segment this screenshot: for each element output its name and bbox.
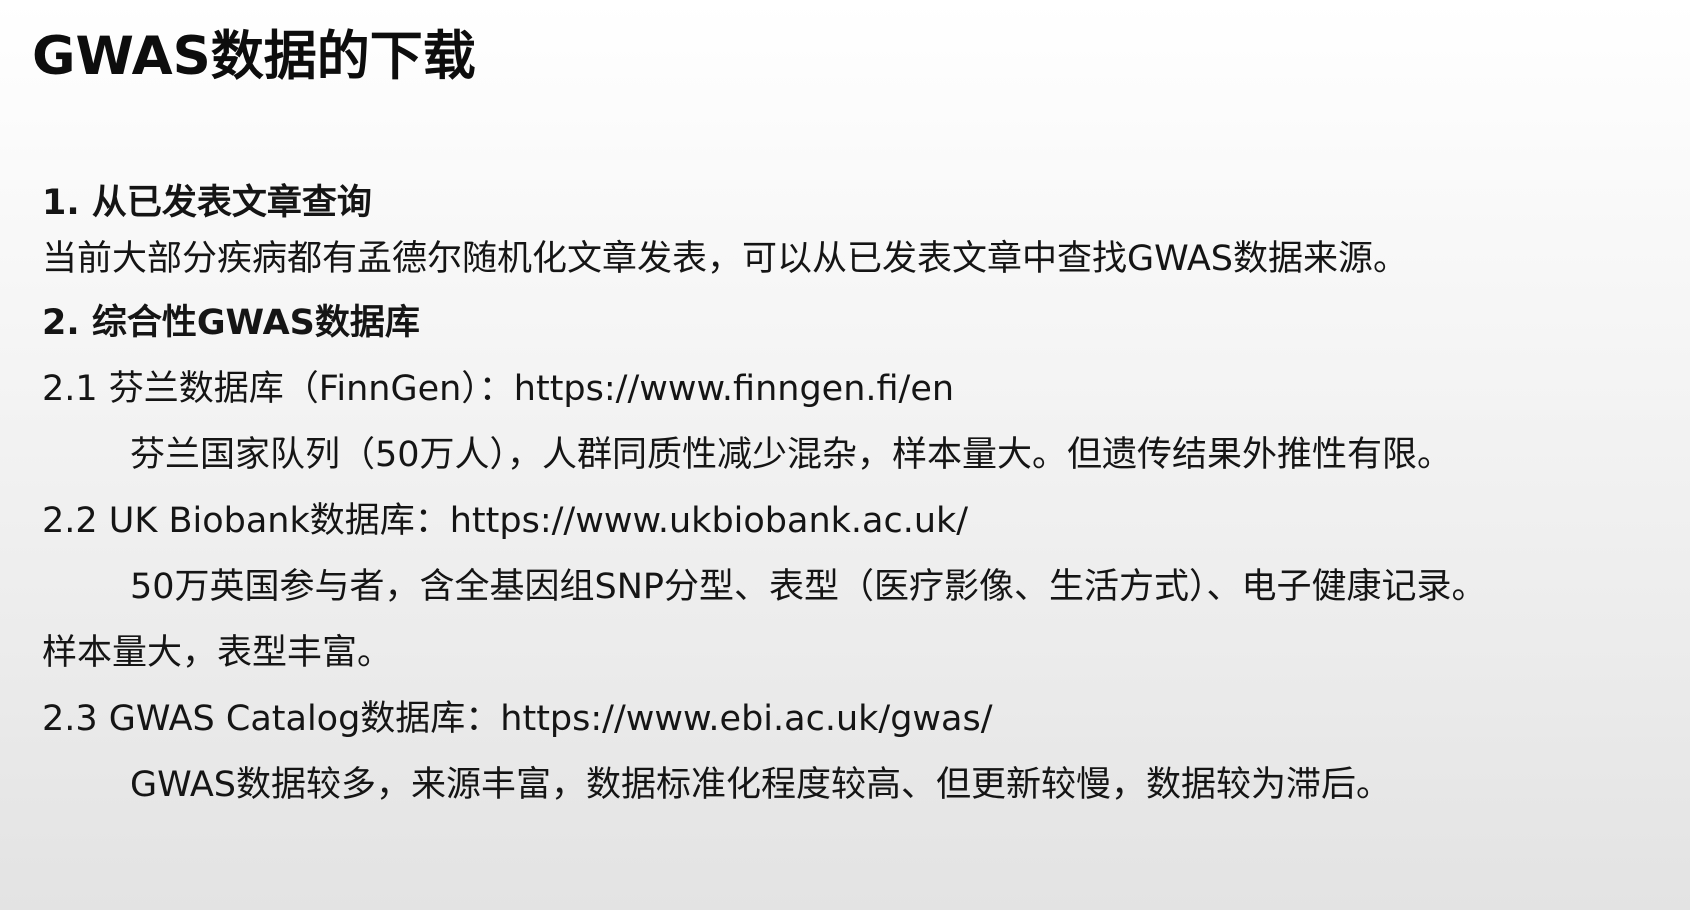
gwas-catalog-description: GWAS数据较多，来源丰富，数据标准化程度较高、但更新较慢，数据较为滞后。: [130, 765, 1391, 805]
ukbiobank-description-cont: 样本量大，表型丰富。: [42, 633, 393, 673]
finngen-label: 2.1 芬兰数据库（FinnGen）：https://www.finngen.f…: [42, 369, 955, 409]
slide: GWAS数据的下载 1. 从已发表文章查询 当前大部分疾病都有孟德尔随机化文章发…: [0, 0, 1690, 910]
section-1-body: 当前大部分疾病都有孟德尔随机化文章发表，可以从已发表文章中查找GWAS数据来源。: [42, 239, 1408, 279]
section-2-heading: 2. 综合性GWAS数据库: [42, 303, 420, 343]
ukbiobank-description: 50万英国参与者，含全基因组SNP分型、表型（医疗影像、生活方式）、电子健康记录…: [130, 567, 1487, 607]
ukbiobank-label: 2.2 UK Biobank数据库：https://www.ukbiobank.…: [42, 501, 969, 541]
slide-title: GWAS数据的下载: [32, 26, 476, 87]
finngen-description: 芬兰国家队列（50万人），人群同质性减少混杂，样本量大。但遗传结果外推性有限。: [130, 435, 1453, 475]
gwas-catalog-label: 2.3 GWAS Catalog数据库：https://www.ebi.ac.u…: [42, 699, 993, 739]
section-1-heading: 1. 从已发表文章查询: [42, 183, 372, 223]
